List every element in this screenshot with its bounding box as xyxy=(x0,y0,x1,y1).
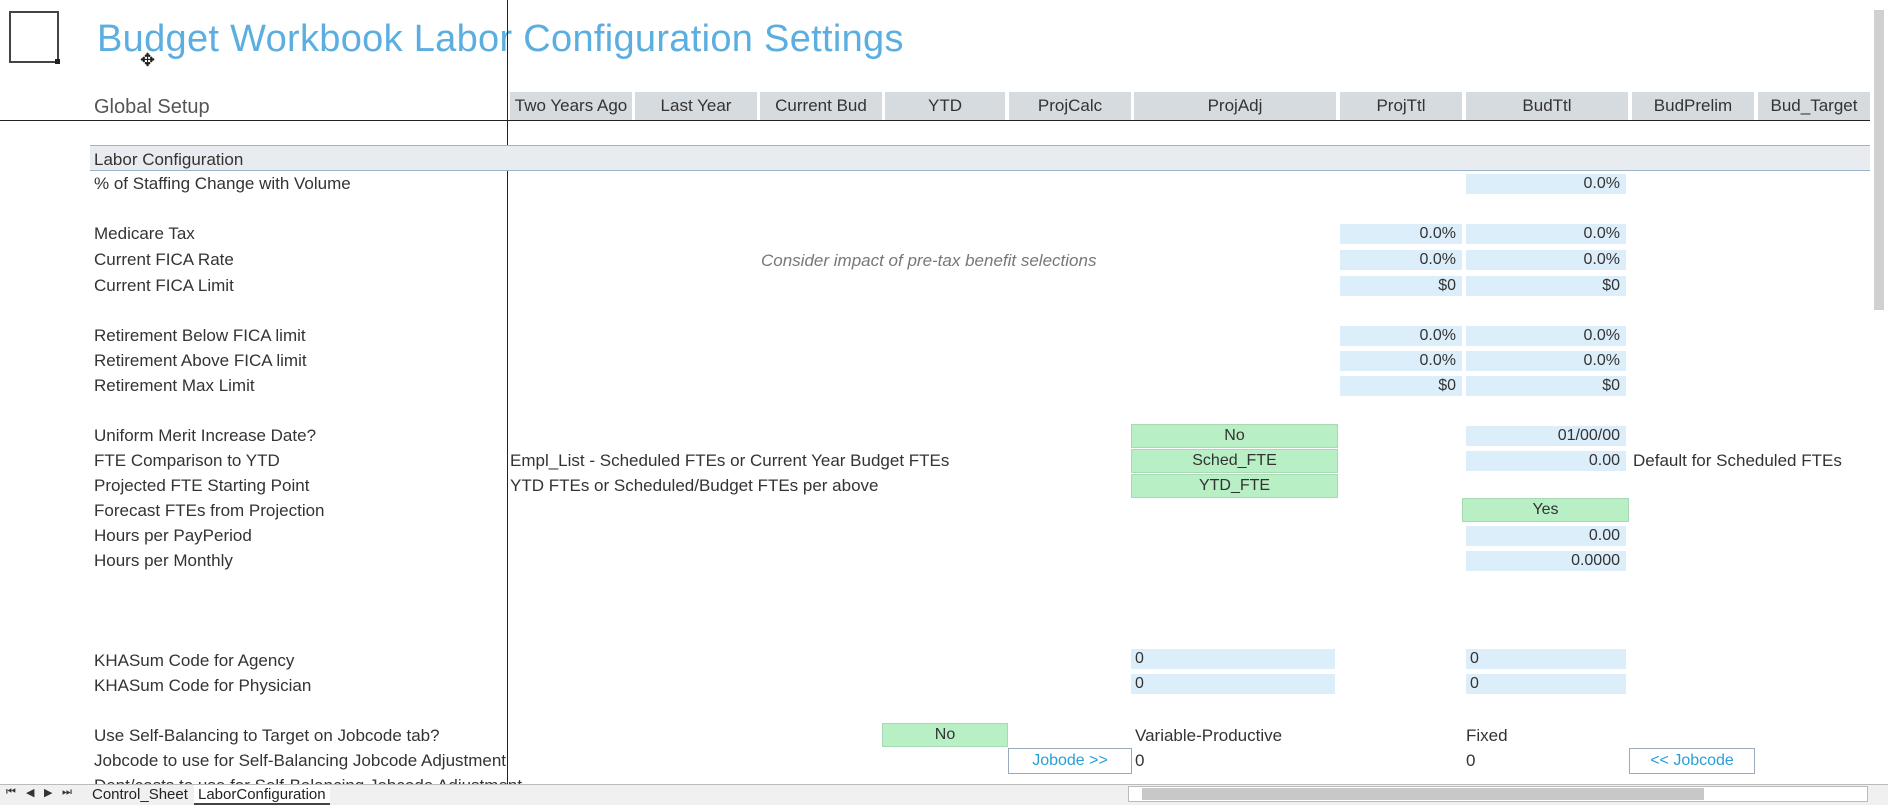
cell-ret-above-projttl[interactable]: 0.0% xyxy=(1340,351,1462,371)
horizontal-scroll-thumb[interactable] xyxy=(1142,788,1704,800)
dropdown-fte-comparison[interactable]: Sched_FTE xyxy=(1131,449,1338,473)
page-title: Budget Workbook Labor Configuration Sett… xyxy=(97,18,904,60)
row-label-partial: Dept/costs to use for Self-Balancing Job… xyxy=(94,776,522,784)
cell-fte-comparison-budttl[interactable]: 0.00 xyxy=(1466,451,1626,471)
cell-khasum-physician-budttl[interactable]: 0 xyxy=(1466,674,1626,694)
cell-hours-monthly-budttl[interactable]: 0.0000 xyxy=(1466,551,1626,571)
row-label-khasum-physician: KHASum Code for Physician xyxy=(94,676,312,695)
row-label-jobcode-adjust: Jobcode to use for Self-Balancing Jobcod… xyxy=(94,751,507,770)
col-header-projadj[interactable]: ProjAdj xyxy=(1134,92,1336,120)
row-label-hours-payperiod: Hours per PayPeriod xyxy=(94,526,252,545)
jobcode-forward-button[interactable]: Jobode >> xyxy=(1008,748,1132,774)
dropdown-fte-start[interactable]: YTD_FTE xyxy=(1131,474,1338,498)
cell-khasum-physician-projadj[interactable]: 0 xyxy=(1131,674,1335,694)
dropdown-merit-date[interactable]: No xyxy=(1131,424,1338,448)
col-header-budttl[interactable]: BudTtl xyxy=(1466,92,1628,120)
dropdown-forecast-fte[interactable]: Yes xyxy=(1462,498,1629,522)
frozen-pane-divider xyxy=(507,0,508,784)
cell-medicare-budttl[interactable]: 0.0% xyxy=(1466,224,1626,244)
col-header-last-year[interactable]: Last Year xyxy=(635,92,757,120)
cell-khasum-agency-budttl[interactable]: 0 xyxy=(1466,649,1626,669)
dropdown-self-balancing[interactable]: No xyxy=(882,723,1008,747)
cell-jobcode-budttl[interactable]: 0 xyxy=(1466,751,1475,771)
prev-sheet-icon[interactable]: ◀ xyxy=(26,786,34,799)
row-label-medicare: Medicare Tax xyxy=(94,224,195,243)
cell-ret-below-budttl[interactable]: 0.0% xyxy=(1466,326,1626,346)
section-label: Labor Configuration xyxy=(94,150,244,169)
header-divider xyxy=(0,120,1870,121)
sheet-tab-control-sheet[interactable]: Control_Sheet xyxy=(88,785,192,803)
vertical-scroll-thumb[interactable] xyxy=(1874,10,1884,310)
row-label-ret-max: Retirement Max Limit xyxy=(94,376,255,395)
row-label-fica-rate: Current FICA Rate xyxy=(94,250,234,269)
row-label-self-balancing: Use Self-Balancing to Target on Jobcode … xyxy=(94,726,440,745)
col-header-current-bud[interactable]: Current Bud xyxy=(760,92,882,120)
sheet-tab-labor-configuration[interactable]: LaborConfiguration xyxy=(194,785,330,805)
row-label-forecast-fte: Forecast FTEs from Projection xyxy=(94,501,325,520)
next-sheet-icon[interactable]: ▶ xyxy=(44,786,52,799)
row-label-hours-monthly: Hours per Monthly xyxy=(94,551,233,570)
row-label-khasum-agency: KHASum Code for Agency xyxy=(94,651,295,670)
row-label-ret-below: Retirement Below FICA limit xyxy=(94,326,306,345)
cell-ret-below-projttl[interactable]: 0.0% xyxy=(1340,326,1462,346)
label-variable-productive: Variable-Productive xyxy=(1135,726,1283,745)
last-sheet-icon[interactable]: ⏭ xyxy=(62,786,72,799)
logo-placeholder xyxy=(9,11,60,64)
note-fte-start: YTD FTEs or Scheduled/Budget FTEs per ab… xyxy=(510,476,879,495)
cell-ret-max-projttl[interactable]: $0 xyxy=(1340,376,1462,396)
cell-ret-above-budttl[interactable]: 0.0% xyxy=(1466,351,1626,371)
label-fixed: Fixed xyxy=(1466,726,1508,745)
note-fte-comparison: Empl_List - Scheduled FTEs or Current Ye… xyxy=(510,451,950,470)
cell-fica-rate-budttl[interactable]: 0.0% xyxy=(1466,250,1626,270)
first-sheet-icon[interactable]: ⏮ xyxy=(6,786,16,799)
section-bar xyxy=(90,145,1870,171)
col-header-ytd[interactable]: YTD xyxy=(885,92,1005,120)
pretax-note: Consider impact of pre-tax benefit selec… xyxy=(761,251,1097,270)
note-default-scheduled: Default for Scheduled FTEs xyxy=(1633,451,1842,470)
col-header-projttl[interactable]: ProjTtl xyxy=(1340,92,1462,120)
col-header-two-years-ago[interactable]: Two Years Ago xyxy=(510,92,632,120)
cell-jobcode-projadj[interactable]: 0 xyxy=(1135,751,1144,771)
global-setup-label: Global Setup xyxy=(94,96,210,118)
cell-hours-payperiod-budttl[interactable]: 0.00 xyxy=(1466,526,1626,546)
col-header-projcalc[interactable]: ProjCalc xyxy=(1009,92,1131,120)
row-label-staffing-change: % of Staffing Change with Volume xyxy=(94,174,351,193)
cell-staffing-change-budttl[interactable]: 0.0% xyxy=(1466,174,1626,194)
cell-khasum-agency-projadj[interactable]: 0 xyxy=(1131,649,1335,669)
row-label-ret-above: Retirement Above FICA limit xyxy=(94,351,307,370)
cell-merit-date-budttl[interactable]: 01/00/00 xyxy=(1466,426,1626,446)
cell-medicare-projttl[interactable]: 0.0% xyxy=(1340,224,1462,244)
cell-fica-rate-projttl[interactable]: 0.0% xyxy=(1340,250,1462,270)
row-label-merit-date: Uniform Merit Increase Date? xyxy=(94,426,317,445)
row-label-fte-comparison: FTE Comparison to YTD xyxy=(94,451,280,470)
cell-fica-limit-projttl[interactable]: $0 xyxy=(1340,276,1462,296)
row-label-fte-start: Projected FTE Starting Point xyxy=(94,476,310,495)
col-header-budprelim[interactable]: BudPrelim xyxy=(1632,92,1754,120)
cell-ret-max-budttl[interactable]: $0 xyxy=(1466,376,1626,396)
jobcode-back-button[interactable]: << Jobcode xyxy=(1629,748,1755,774)
cell-fica-limit-budttl[interactable]: $0 xyxy=(1466,276,1626,296)
move-cursor-icon: ✥ xyxy=(140,50,156,70)
col-header-bud-target[interactable]: Bud_Target xyxy=(1758,92,1870,120)
row-label-fica-limit: Current FICA Limit xyxy=(94,276,234,295)
